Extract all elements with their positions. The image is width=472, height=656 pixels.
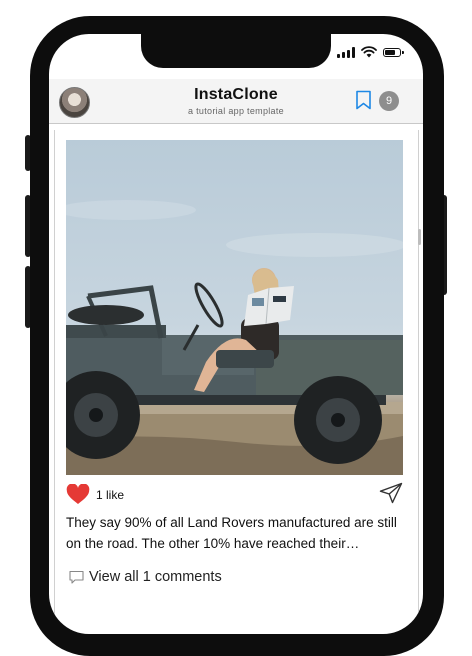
- post-caption: They say 90% of all Land Rovers manufact…: [66, 515, 397, 551]
- cellular-signal-icon: [337, 46, 355, 58]
- post-actions: 1 like: [66, 482, 403, 506]
- app-header: InstaClone a tutorial app template 9: [49, 79, 423, 124]
- heart-icon[interactable]: [66, 484, 90, 505]
- likes-count[interactable]: 1 like: [96, 488, 124, 502]
- scrollbar-thumb[interactable]: [418, 229, 421, 245]
- saved-count-badge[interactable]: 9: [379, 91, 399, 111]
- phone-screen: InstaClone a tutorial app template 9 1 l…: [49, 34, 423, 634]
- post-card: 1 like They say 90% of all Land Rovers m…: [54, 130, 419, 634]
- paper-plane-icon[interactable]: [379, 482, 403, 504]
- comments-label: View all 1 comments: [89, 569, 222, 585]
- battery-icon: [383, 47, 404, 57]
- speech-bubble-icon: [69, 570, 84, 584]
- notch: [141, 34, 331, 68]
- bookmark-icon[interactable]: [355, 90, 372, 110]
- wifi-icon: [361, 46, 377, 58]
- post-photo[interactable]: [66, 140, 403, 475]
- view-comments-link[interactable]: View all 1 comments: [69, 567, 222, 587]
- status-bar: [337, 46, 404, 58]
